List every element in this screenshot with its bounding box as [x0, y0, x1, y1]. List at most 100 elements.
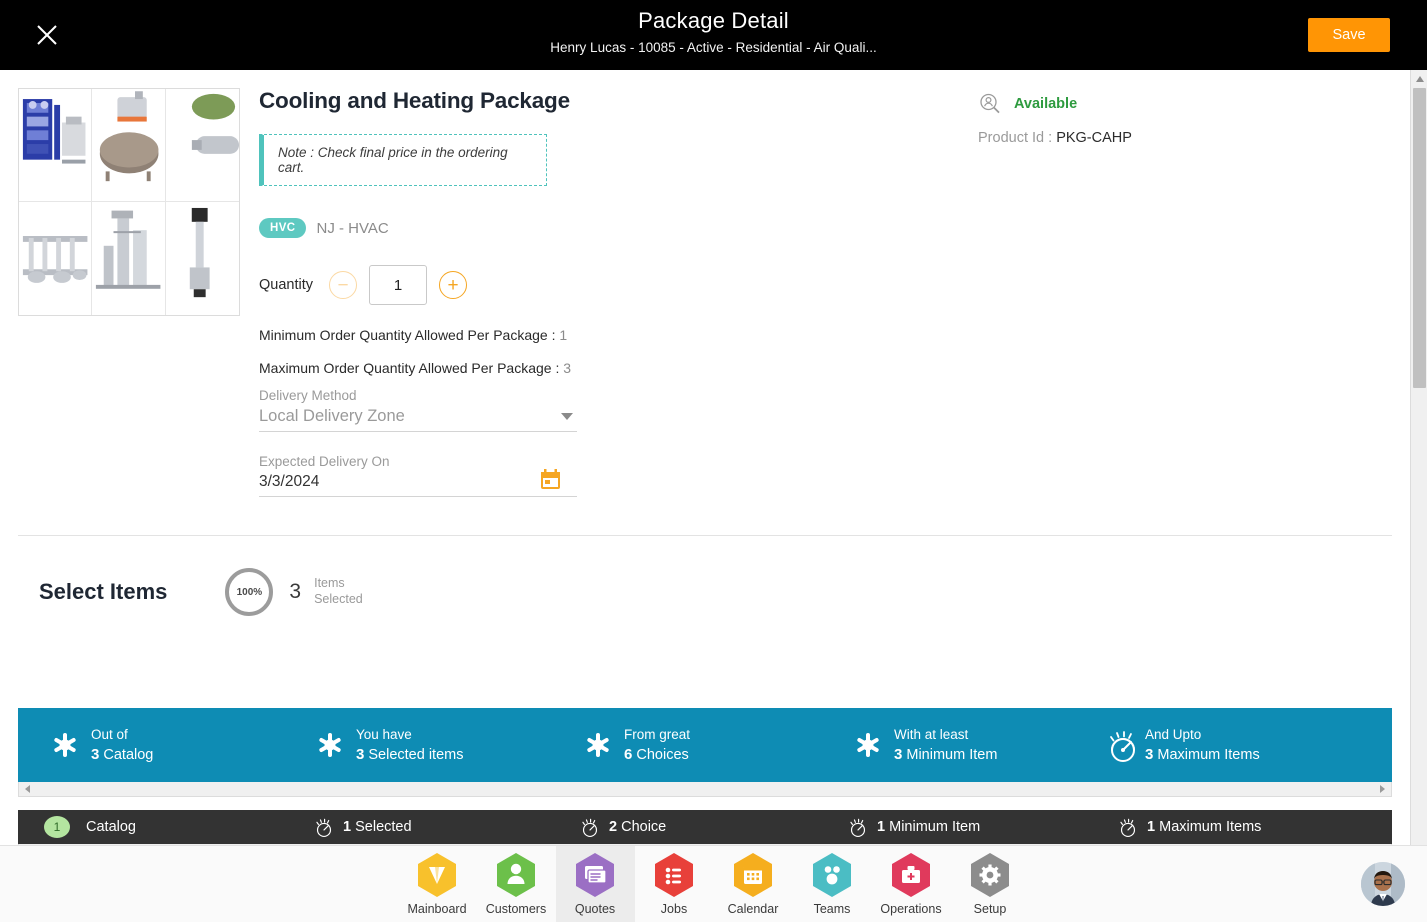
quantity-increase-button[interactable]: + [439, 271, 467, 299]
product-image-4 [19, 202, 93, 315]
selection-progress-donut: 100% [225, 568, 274, 616]
maximum-order-value: 3 [563, 360, 572, 376]
nav-item-calendar[interactable]: Calendar [714, 846, 793, 922]
minimum-order-quantity: Minimum Order Quantity Allowed Per Packa… [259, 327, 959, 343]
quotes-icon [574, 852, 616, 898]
catalog-maximum-cell: 1 Maximum Items [1118, 817, 1261, 837]
catalog-cell-value: 1 [877, 819, 886, 835]
nav-item-jobs[interactable]: Jobs [635, 846, 714, 922]
stat-selected-items: You have 3 Selected items [313, 725, 581, 765]
delivery-method-select[interactable]: Delivery Method Local Delivery Zone [259, 388, 577, 432]
select-items-title: Select Items [39, 579, 168, 604]
nav-item-customers[interactable]: Customers [477, 846, 556, 922]
selected-items-label: Items Selected [314, 576, 363, 607]
maximum-order-quantity: Maximum Order Quantity Allowed Per Packa… [259, 360, 959, 376]
mainboard-icon [416, 852, 458, 898]
tag-code-chip: HVC [259, 218, 307, 238]
product-detail-panel: Cooling and Heating Package Note : Check… [259, 88, 959, 497]
quantity-input[interactable] [369, 265, 427, 305]
stat-label: Selected items [368, 747, 464, 763]
catalog-cell-value: 1 [1147, 819, 1156, 835]
nav-label: Customers [485, 902, 547, 916]
jobs-icon [653, 852, 695, 898]
product-id-value: PKG-CAHP [1056, 130, 1132, 146]
stat-top-label: Out of [91, 727, 128, 742]
package-title: Cooling and Heating Package [259, 88, 570, 113]
nav-label: Jobs [660, 902, 688, 916]
nav-label: Setup [973, 902, 1007, 916]
vertical-scrollbar-thumb[interactable] [1413, 88, 1426, 388]
stat-label: Minimum Item [906, 747, 998, 763]
nav-label: Mainboard [407, 902, 467, 916]
catalog-cell-value: 2 [609, 819, 618, 835]
gauge-icon [1103, 728, 1143, 762]
catalog-name: Catalog [86, 819, 136, 835]
catalog-cell-label: Maximum Items [1159, 819, 1262, 835]
asterisk-icon [581, 732, 615, 758]
scroll-right-arrow-icon[interactable] [1377, 784, 1387, 794]
stat-value: 6 [624, 746, 633, 763]
calendar-icon[interactable] [540, 469, 561, 490]
product-image-3 [165, 89, 239, 202]
close-button[interactable] [32, 20, 62, 50]
selected-items-label-line1: Items [314, 576, 345, 591]
category-tag-row: HVC NJ - HVAC [259, 218, 959, 238]
stat-top-label: From great [624, 727, 691, 742]
product-image-gallery[interactable] [18, 88, 240, 316]
quantity-stepper: Quantity − + [259, 265, 959, 305]
asterisk-icon [313, 732, 347, 758]
minimum-order-label: Minimum Order Quantity Allowed Per Packa… [259, 327, 556, 343]
horizontal-scrollbar-top[interactable] [18, 782, 1392, 797]
bottom-navigation: Mainboard Customers Quotes Jobs Calendar… [0, 845, 1427, 922]
catalog-cell-label: Selected [355, 819, 412, 835]
section-divider [18, 535, 1392, 536]
product-image-6 [165, 202, 239, 315]
quantity-label: Quantity [259, 277, 313, 293]
nav-item-setup[interactable]: Setup [951, 846, 1030, 922]
maximum-order-label: Maximum Order Quantity Allowed Per Packa… [259, 360, 560, 376]
availability-status-row: Available [978, 92, 1132, 116]
nav-item-operations[interactable]: Operations [872, 846, 951, 922]
expected-delivery-date-field[interactable]: Expected Delivery On 3/3/2024 [259, 454, 577, 497]
selection-percent: 100% [236, 586, 263, 598]
search-user-icon [980, 93, 1000, 114]
select-items-header: Select Items 100% 3 Items Selected [39, 568, 363, 616]
tag-label: NJ - HVAC [316, 219, 389, 237]
product-id-row: Product Id : PKG-CAHP [978, 130, 1132, 146]
gauge-icon [582, 818, 598, 837]
selected-items-label-line2: Selected [314, 592, 363, 606]
stat-out-of-catalog: Out of 3 Catalog [48, 725, 313, 765]
scroll-left-arrow-icon[interactable] [23, 784, 33, 794]
save-button[interactable]: Save [1308, 18, 1390, 52]
availability-status: Available [1014, 96, 1078, 112]
nav-label: Operations [880, 902, 942, 916]
gauge-icon [850, 818, 866, 837]
page-title: Package Detail [638, 8, 789, 33]
catalog-cell-label: Choice [621, 819, 667, 835]
customers-icon [495, 852, 537, 898]
delivery-method-label: Delivery Method [259, 388, 357, 403]
minimum-order-value: 1 [559, 327, 568, 343]
stat-label: Catalog [103, 747, 154, 763]
stat-maximum-items: And Upto 3 Maximum Items [1103, 725, 1260, 765]
asterisk-icon [48, 732, 82, 758]
chevron-down-icon [561, 413, 573, 420]
app-header: Package Detail Henry Lucas - 10085 - Act… [0, 0, 1427, 70]
nav-item-mainboard[interactable]: Mainboard [398, 846, 477, 922]
nav-item-quotes[interactable]: Quotes [555, 846, 635, 922]
scroll-up-arrow-icon[interactable] [1415, 75, 1425, 83]
nav-items: Mainboard Customers Quotes Jobs Calendar… [398, 846, 1030, 922]
vertical-scrollbar[interactable] [1410, 70, 1427, 845]
nav-label: Calendar [727, 902, 779, 916]
stat-top-label: With at least [894, 727, 969, 742]
catalog-selected-cell: 1 Selected [314, 817, 580, 837]
asterisk-icon [851, 732, 885, 758]
close-icon [37, 25, 57, 45]
product-image-2 [92, 89, 166, 202]
user-avatar[interactable] [1361, 862, 1405, 906]
quantity-decrease-button[interactable]: − [329, 271, 357, 299]
nav-item-teams[interactable]: Teams [793, 846, 872, 922]
expected-delivery-label: Expected Delivery On [259, 454, 390, 469]
delivery-method-value: Local Delivery Zone [259, 407, 405, 425]
expected-delivery-value: 3/3/2024 [259, 473, 320, 490]
